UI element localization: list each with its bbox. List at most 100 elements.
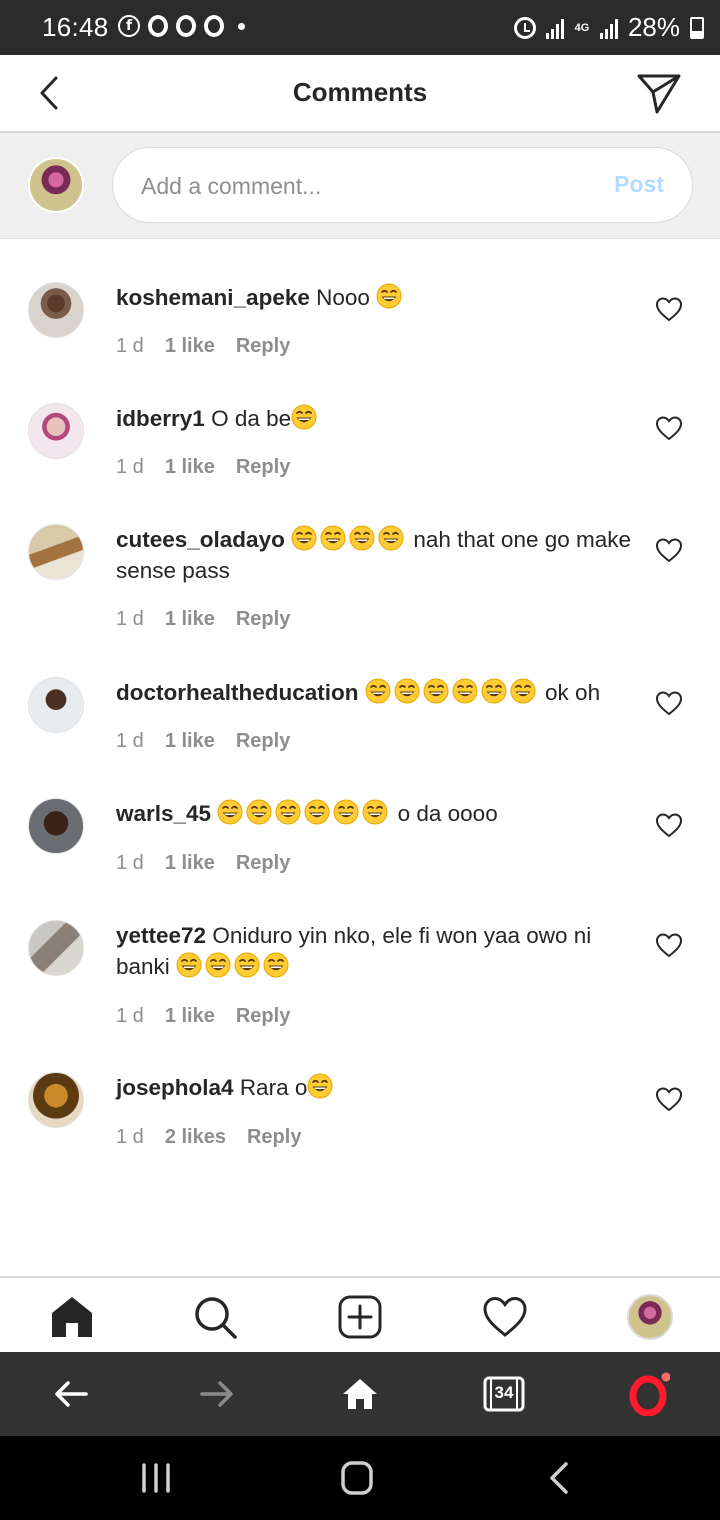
laughing-emoji-icon <box>234 952 260 978</box>
search-icon[interactable] <box>192 1294 238 1340</box>
comment-meta: 1 d 1 like Reply <box>116 852 290 875</box>
comment-text: idberry1 O da be <box>116 403 636 434</box>
status-bar: 16:48 f 4G 28% <box>0 0 720 55</box>
comment-username[interactable]: doctorhealtheducation <box>116 680 359 705</box>
signal-icon <box>599 17 618 39</box>
avatar <box>28 1072 84 1128</box>
comment-text: koshemani_apeke Nooo <box>116 282 636 313</box>
comment-likes[interactable]: 1 like <box>165 456 215 479</box>
laughing-emoji-icon <box>291 525 317 551</box>
emoji-group <box>291 525 407 552</box>
post-button[interactable]: Post <box>614 171 664 198</box>
comment-text: doctorhealtheducation ok oh <box>116 677 636 708</box>
laughing-emoji-icon <box>307 1073 333 1099</box>
avatar <box>28 157 84 213</box>
bottom-tab-bar <box>0 1276 720 1352</box>
comment-username[interactable]: warls_45 <box>116 801 211 826</box>
facebook-icon: f <box>118 15 140 37</box>
comment-likes[interactable]: 1 like <box>165 608 215 631</box>
laughing-emoji-icon <box>362 799 388 825</box>
laughing-emoji-icon <box>376 283 402 309</box>
comment-time: 1 d <box>116 1126 144 1148</box>
comment-username[interactable]: koshemani_apeke <box>116 285 310 310</box>
laughing-emoji-icon <box>176 952 202 978</box>
laughing-emoji-icon <box>304 799 330 825</box>
opera-menu-button[interactable] <box>626 1372 671 1417</box>
comment-username[interactable]: yettee72 <box>116 923 206 948</box>
comment-meta: 1 d 1 like Reply <box>116 335 290 358</box>
back-nav-icon[interactable] <box>540 1460 580 1496</box>
comment-message: ok oh <box>545 680 601 705</box>
comment-meta: 1 d 1 like Reply <box>116 456 290 479</box>
heart-icon[interactable] <box>655 932 683 958</box>
home-icon[interactable] <box>338 1372 382 1416</box>
more-notifications-dot <box>238 22 245 30</box>
comment-time: 1 d <box>116 608 144 630</box>
avatar <box>28 798 84 854</box>
direct-send-icon <box>637 74 681 114</box>
emoji-group <box>176 952 292 979</box>
heart-icon[interactable] <box>655 537 683 563</box>
comment-username[interactable]: idberry1 <box>116 406 205 431</box>
avatar <box>28 677 84 733</box>
laughing-emoji-icon <box>263 952 289 978</box>
home-button-icon[interactable] <box>337 1460 377 1496</box>
comment-time: 1 d <box>116 335 144 357</box>
reply-button[interactable]: Reply <box>236 852 290 875</box>
comment-box: Post <box>112 147 693 223</box>
comment-likes[interactable]: 1 like <box>165 730 215 753</box>
laughing-emoji-icon <box>246 799 272 825</box>
laughing-emoji-icon <box>378 525 404 551</box>
heart-icon[interactable] <box>655 812 683 838</box>
heart-icon[interactable] <box>655 415 683 441</box>
reply-button[interactable]: Reply <box>236 730 290 753</box>
heart-icon[interactable] <box>655 296 683 322</box>
reply-button[interactable]: Reply <box>236 608 290 631</box>
tabs-button[interactable]: 34 <box>482 1372 526 1416</box>
comment-likes[interactable]: 1 like <box>165 852 215 875</box>
laughing-emoji-icon <box>333 799 359 825</box>
comment-text: josephola4 Rara o <box>116 1072 636 1103</box>
opera-logo-icon <box>629 1372 671 1417</box>
reply-button[interactable]: Reply <box>236 1005 290 1028</box>
recent-apps-icon[interactable] <box>136 1460 176 1496</box>
reply-button[interactable]: Reply <box>247 1126 301 1149</box>
comment-time: 1 d <box>116 852 144 874</box>
network-type-icon: 4G <box>574 21 590 34</box>
heart-icon[interactable] <box>655 690 683 716</box>
laughing-emoji-icon <box>205 952 231 978</box>
comment-meta: 1 d 2 likes Reply <box>116 1126 301 1149</box>
new-post-icon[interactable] <box>337 1294 383 1340</box>
comment-text: cutees_oladayo nah that one go make sens… <box>116 524 636 586</box>
comment-time: 1 d <box>116 730 144 752</box>
home-icon[interactable] <box>49 1294 95 1340</box>
comment-composer: Post <box>0 133 720 239</box>
notification-icons: f <box>118 15 245 37</box>
comment-likes[interactable]: 1 like <box>165 1005 215 1028</box>
battery-icon <box>690 16 704 39</box>
reply-button[interactable]: Reply <box>236 456 290 479</box>
comment-time: 1 d <box>116 1005 144 1027</box>
avatar <box>28 403 84 459</box>
arrow-left-icon[interactable] <box>50 1372 94 1416</box>
emoji-group <box>217 799 391 826</box>
profile-avatar[interactable] <box>627 1294 673 1340</box>
activity-heart-icon[interactable] <box>482 1294 528 1340</box>
comment-username[interactable]: josephola4 <box>116 1075 234 1100</box>
emoji-group <box>307 1073 336 1100</box>
comment-likes[interactable]: 2 likes <box>165 1126 226 1149</box>
comment-text: yettee72 Oniduro yin nko, ele fi won yaa… <box>116 920 636 982</box>
comment-username[interactable]: cutees_oladayo <box>116 527 285 552</box>
laughing-emoji-icon <box>291 404 317 430</box>
share-button[interactable] <box>636 73 682 115</box>
comment-input[interactable] <box>141 170 561 202</box>
heart-icon[interactable] <box>655 1086 683 1112</box>
opera-notification-icon <box>176 15 196 37</box>
arrow-right-icon[interactable] <box>194 1372 238 1416</box>
comment-meta: 1 d 1 like Reply <box>116 608 290 631</box>
comment-message: Nooo <box>316 285 370 310</box>
tab-count: 34 <box>494 1383 514 1402</box>
reply-button[interactable]: Reply <box>236 335 290 358</box>
comment-likes[interactable]: 1 like <box>165 335 215 358</box>
laughing-emoji-icon <box>365 678 391 704</box>
